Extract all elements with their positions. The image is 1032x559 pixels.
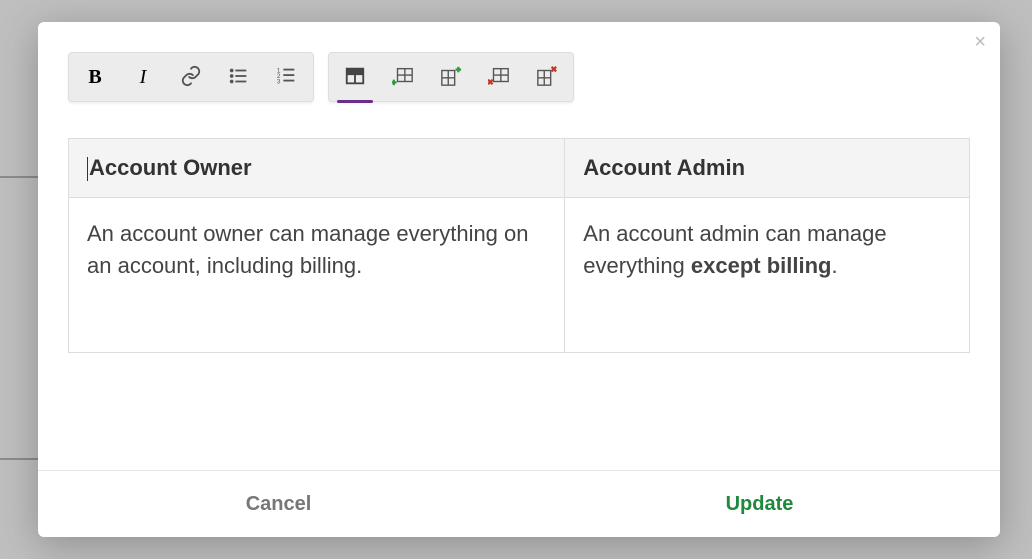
cancel-button[interactable]: Cancel xyxy=(38,471,519,537)
cell-text: . xyxy=(832,253,838,278)
add-column-button[interactable] xyxy=(427,57,475,97)
ordered-list-button[interactable]: 1 2 3 xyxy=(263,57,311,97)
table-header-cell[interactable]: Account Admin xyxy=(565,139,970,198)
update-label: Update xyxy=(726,493,794,516)
table-icon xyxy=(344,65,366,90)
header-text: Account Admin xyxy=(583,155,745,180)
bold-icon: B xyxy=(88,66,101,89)
bold-button[interactable]: B xyxy=(71,57,119,97)
table-cell[interactable]: An account owner can manage everything o… xyxy=(69,198,565,353)
table-row[interactable]: An account owner can manage everything o… xyxy=(69,198,970,353)
add-row-button[interactable] xyxy=(379,57,427,97)
editor-body[interactable]: Account Owner Account Admin An account o… xyxy=(38,102,1000,353)
svg-text:3: 3 xyxy=(277,78,281,85)
delete-row-icon xyxy=(488,65,510,90)
italic-button[interactable]: I xyxy=(119,57,167,97)
close-button[interactable]: × xyxy=(974,32,986,52)
text-caret xyxy=(87,157,88,181)
header-text: Account Owner xyxy=(89,155,252,180)
add-row-icon xyxy=(392,65,414,90)
insert-table-button[interactable] xyxy=(331,57,379,97)
link-button[interactable] xyxy=(167,57,215,97)
table-toolbar xyxy=(328,52,574,102)
roles-table[interactable]: Account Owner Account Admin An account o… xyxy=(68,138,970,353)
update-button[interactable]: Update xyxy=(519,471,1000,537)
delete-column-button[interactable] xyxy=(523,57,571,97)
cell-text: An account owner can manage everything o… xyxy=(87,221,529,278)
table-header-cell[interactable]: Account Owner xyxy=(69,139,565,198)
unordered-list-button[interactable] xyxy=(215,57,263,97)
cell-text-bold: except billing xyxy=(691,253,832,278)
ordered-list-icon: 1 2 3 xyxy=(276,65,298,90)
add-column-icon xyxy=(440,65,462,90)
close-icon: × xyxy=(974,31,986,53)
text-format-toolbar: B I xyxy=(68,52,314,102)
delete-column-icon xyxy=(536,65,558,90)
cancel-label: Cancel xyxy=(246,493,312,516)
table-header-row[interactable]: Account Owner Account Admin xyxy=(69,139,970,198)
edit-modal: × B I xyxy=(38,22,1000,537)
link-icon xyxy=(180,65,202,90)
modal-footer: Cancel Update xyxy=(38,470,1000,537)
italic-icon: I xyxy=(140,66,147,89)
table-cell[interactable]: An account admin can manage everything e… xyxy=(565,198,970,353)
delete-row-button[interactable] xyxy=(475,57,523,97)
editor-toolbars: B I xyxy=(38,22,1000,102)
unordered-list-icon xyxy=(228,65,250,90)
